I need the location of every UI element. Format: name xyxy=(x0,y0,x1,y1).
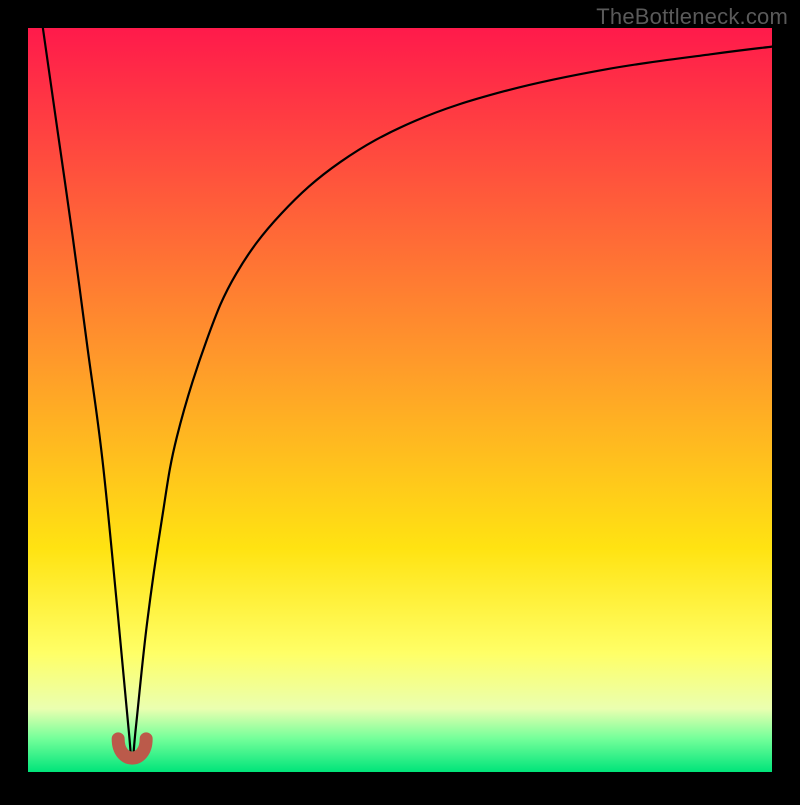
chart-frame: TheBottleneck.com xyxy=(0,0,800,800)
bottleneck-chart xyxy=(0,0,800,800)
plot-background xyxy=(28,28,772,772)
attribution-text: TheBottleneck.com xyxy=(596,4,788,30)
